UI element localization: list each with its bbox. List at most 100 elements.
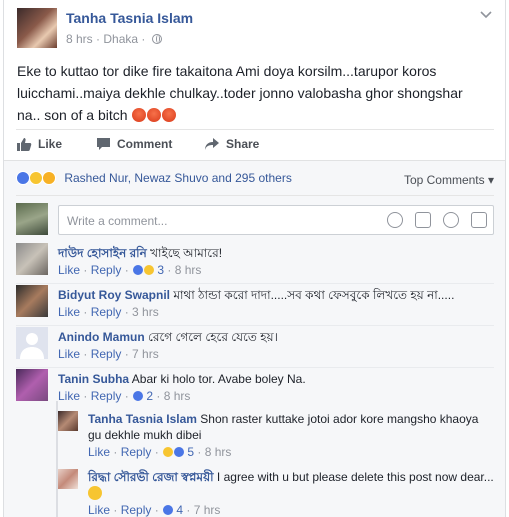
comment-placeholder: Write a comment... [67,214,168,228]
author-name[interactable]: Tanha Tasnia Islam [66,10,193,26]
reply-footer: Like · Reply · 4 · 7 hrs [88,503,221,517]
commenter-avatar[interactable] [16,369,48,401]
reaction-count[interactable]: 4 [176,503,183,517]
current-user-avatar [16,203,48,235]
haha-reaction-icon [29,171,43,185]
commenter-avatar[interactable] [16,243,48,275]
emoji-icon[interactable] [387,212,403,228]
comment-footer: Like · Reply · 3 hrs [58,305,159,319]
comment-item: Anindo Mamun রেগে গেলে হেরে যেতে হয়। Li… [16,327,494,365]
comment-like-link[interactable]: Like [58,263,80,277]
post-actions: Like Comment Share [16,130,494,160]
comment-reply-link[interactable]: Reply [91,305,122,319]
comment-time[interactable]: 8 hrs [164,389,191,403]
comment-footer: Like · Reply · 3 · 8 hrs [58,263,202,277]
post-body: Eke to kuttao tor dike fire takaitona Am… [17,63,463,123]
comment-time[interactable]: 7 hrs [132,347,159,361]
comment-like-link[interactable]: Like [58,347,80,361]
share-label: Share [226,137,260,151]
post-header: Tanha Tasnia Islam 8 hrs · Dhaka · [17,8,493,48]
comment-time[interactable]: 3 hrs [132,305,159,319]
comment-time[interactable]: 8 hrs [175,263,202,277]
composer-icons [375,212,487,228]
reply-item: Tanha Tasnia Islam Shon raster kuttake j… [58,409,494,465]
reply-reply-link[interactable]: Reply [121,503,152,517]
comment-reply-link[interactable]: Reply [91,263,122,277]
reply-reply-link[interactable]: Reply [121,445,152,459]
comment-bubble-icon [97,138,110,150]
gif-icon[interactable] [443,212,459,228]
top-comments-dropdown[interactable]: Top Comments ▾ [404,173,494,187]
divider [16,325,494,326]
commenter-avatar[interactable] [16,285,48,317]
comment-text: খাইছে আমারে! [150,246,223,260]
comment-reply-link[interactable]: Reply [91,347,122,361]
like-button[interactable]: Like [16,137,62,151]
comment-text: Abar ki holo tor. Avabe boley Na. [131,372,306,386]
post-text: Eke to kuttao tor dike fire takaitona Am… [17,60,487,126]
angry-face-icon [147,108,162,122]
haha-reaction-icon [143,264,156,276]
comment-button[interactable]: Comment [96,137,172,151]
comment-body: দাউদ হোসাইন রনি খাইছে আমারে! [58,245,494,261]
comment-body: Anindo Mamun রেগে গেলে হেরে যেতে হয়। [58,329,494,345]
like-label: Like [38,137,63,151]
post-meta: 8 hrs · Dhaka · [66,32,162,46]
reactors-link[interactable]: Rashed Nur, Newaz Shuvo and 295 others [64,171,291,185]
comments-section: Rashed Nur, Newaz Shuvo and 295 others T… [4,160,505,517]
smile-emoji-icon [88,486,102,500]
angry-face-icon [132,108,147,122]
replier-name[interactable]: Tanha Tasnia Islam [88,412,197,426]
commenter-name[interactable]: দাউদ হোসাইন রনি [58,246,147,260]
comment-footer: Like · Reply · 2 · 8 hrs [58,389,191,403]
like-reaction-icon [162,504,175,516]
top-comments-label: Top Comments [403,173,485,187]
comment-like-link[interactable]: Like [58,305,80,319]
comment-reply-link[interactable]: Reply [91,389,122,403]
commenter-name[interactable]: Anindo Mamun [58,330,145,344]
reaction-count[interactable]: 3 [157,263,164,277]
commenter-name[interactable]: Tanin Subha [58,372,129,386]
camera-icon[interactable] [415,212,431,228]
share-button[interactable]: Share [204,137,259,151]
wow-reaction-icon [42,171,56,185]
post-time[interactable]: 8 hrs [66,32,93,46]
comment-label: Comment [117,137,173,151]
comment-text: মাথা ঠান্ডা করো দাদা.....সব কথা ফেসবুকে … [173,288,455,302]
comment-body: Tanin Subha Abar ki holo tor. Avabe bole… [58,371,494,387]
replier-name[interactable]: রিদ্ধা সৌরভী রেজা স্বপ্নময়ী [88,470,214,484]
like-reaction-icon [16,171,30,185]
comment-item: Tanin Subha Abar ki holo tor. Avabe bole… [16,369,494,409]
comment-composer: Write a comment... [16,203,494,237]
reply-like-link[interactable]: Like [88,445,110,459]
post-location[interactable]: Dhaka [103,32,138,46]
angry-face-icon [162,108,177,122]
reply-item: রিদ্ধা সৌরভী রেজা স্বপ্নময়ী I agree wit… [58,467,494,517]
reply-like-link[interactable]: Like [88,503,110,517]
comment-item: দাউদ হোসাইন রনি খাইছে আমারে! Like · Repl… [16,243,494,283]
globe-icon [151,34,162,44]
replier-avatar[interactable] [58,411,78,431]
comment-input[interactable]: Write a comment... [58,205,494,235]
sticker-icon[interactable] [471,212,487,228]
reaction-count[interactable]: 5 [187,445,194,459]
reply-time[interactable]: 7 hrs [194,503,221,517]
like-reaction-icon [132,390,145,402]
default-avatar-icon[interactable] [16,327,48,359]
comment-like-link[interactable]: Like [58,389,80,403]
comment-text: রেগে গেলে হেরে যেতে হয়। [148,330,278,344]
chevron-down-icon[interactable] [479,8,493,22]
divider [16,367,494,368]
reply-body: Tanha Tasnia Islam Shon raster kuttake j… [88,411,494,443]
commenter-name[interactable]: Bidyut Roy Swapnil [58,288,170,302]
comment-body: Bidyut Roy Swapnil মাথা ঠান্ডা করো দাদা.… [58,287,494,303]
replier-avatar[interactable] [58,469,78,489]
reply-time[interactable]: 8 hrs [205,445,232,459]
reaction-count[interactable]: 2 [146,389,153,403]
reply-body: রিদ্ধা সৌরভী রেজা স্বপ্নময়ী I agree wit… [88,469,494,501]
post-card: Tanha Tasnia Islam 8 hrs · Dhaka · Eke t… [3,0,506,517]
author-avatar[interactable] [17,8,57,48]
reply-footer: Like · Reply · 5 · 8 hrs [88,445,232,459]
divider [16,283,494,284]
divider [16,195,494,196]
